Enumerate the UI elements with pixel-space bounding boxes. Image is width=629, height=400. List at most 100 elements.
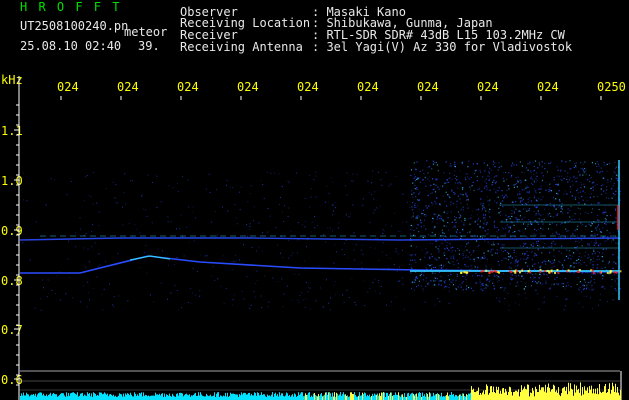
noise-speck (612, 254, 614, 256)
noise-speck (168, 185, 170, 187)
noise-speck (305, 282, 307, 283)
amplitude-bar (100, 392, 101, 400)
noise-speck (476, 180, 478, 182)
noise-speck (532, 162, 534, 164)
noise-speck (467, 173, 469, 175)
amplitude-bar (253, 395, 254, 400)
amplitude-bar (415, 394, 416, 400)
noise-speck (214, 210, 216, 212)
noise-speck (258, 246, 260, 248)
noise-speck (497, 196, 499, 198)
noise-speck (373, 198, 375, 200)
noise-speck (512, 231, 514, 233)
noise-speck (510, 262, 512, 264)
noise-speck (469, 223, 471, 225)
noise-speck (410, 266, 412, 268)
noise-speck (349, 213, 351, 215)
noise-speck (531, 245, 533, 247)
noise-speck (440, 219, 442, 221)
noise-speck (113, 296, 115, 298)
noise-speck (500, 214, 501, 216)
noise-speck (390, 183, 392, 185)
noise-speck (467, 176, 469, 178)
amplitude-bar (364, 392, 365, 400)
noise-speck (564, 288, 566, 290)
noise-speck (454, 170, 456, 172)
noise-speck (473, 172, 476, 175)
noise-speck (508, 266, 511, 268)
noise-speck (315, 300, 317, 302)
noise-speck (538, 281, 540, 283)
amplitude-bar (306, 395, 307, 400)
noise-speck (412, 259, 414, 261)
amplitude-bar (51, 395, 52, 400)
noise-speck (440, 185, 442, 187)
noise-speck (421, 272, 423, 274)
noise-speck (267, 306, 269, 308)
noise-speck (562, 268, 564, 270)
amplitude-bar (295, 394, 296, 400)
noise-speck (40, 298, 42, 300)
noise-speck (593, 244, 595, 246)
noise-speck (22, 242, 24, 244)
noise-speck (267, 208, 269, 209)
amplitude-bar (77, 392, 78, 400)
noise-speck (607, 263, 609, 265)
noise-speck (599, 243, 601, 245)
noise-speck (438, 249, 440, 251)
noise-speck (599, 293, 601, 295)
noise-speck (342, 294, 344, 296)
noise-speck (431, 221, 433, 223)
noise-speck (534, 228, 536, 230)
noise-speck (362, 204, 364, 206)
noise-speck (172, 187, 174, 189)
noise-speck (370, 194, 372, 196)
noise-speck (549, 287, 551, 289)
noise-speck (515, 177, 517, 179)
noise-speck (467, 232, 469, 234)
amplitude-bar (59, 395, 60, 400)
amplitude-bar (493, 386, 494, 400)
noise-speck (583, 186, 586, 188)
amplitude-bar (58, 396, 59, 400)
noise-speck (596, 214, 599, 217)
noise-speck (94, 242, 96, 244)
noise-speck (418, 231, 420, 233)
amplitude-bar (503, 388, 504, 400)
noise-speck (601, 170, 603, 173)
noise-speck (346, 214, 347, 216)
amplitude-bar (422, 392, 423, 400)
amplitude-bar (292, 394, 293, 400)
amplitude-bar (578, 388, 579, 400)
noise-speck (604, 209, 606, 211)
noise-speck (260, 295, 262, 297)
amplitude-bar (197, 395, 198, 400)
noise-speck (567, 282, 569, 284)
amplitude-bar (257, 392, 258, 400)
noise-speck (453, 254, 455, 256)
noise-speck (329, 309, 331, 311)
noise-speck (333, 210, 334, 212)
noise-speck (446, 179, 448, 181)
noise-speck (447, 217, 449, 219)
noise-speck (493, 285, 495, 287)
noise-speck (530, 182, 533, 184)
carrier-hotspot (464, 271, 467, 274)
noise-speck (300, 292, 302, 294)
amplitude-bar (88, 393, 89, 400)
noise-speck (599, 171, 601, 173)
noise-speck (326, 278, 327, 280)
noise-speck (574, 163, 576, 165)
noise-speck (472, 181, 474, 184)
noise-speck (449, 262, 451, 264)
amplitude-bar (537, 392, 538, 400)
amplitude-bar (375, 394, 376, 400)
amplitude-bar (179, 392, 180, 400)
noise-speck (539, 273, 541, 275)
noise-speck (330, 297, 331, 299)
noise-speck (517, 193, 519, 195)
noise-speck (412, 201, 414, 204)
amplitude-bar (409, 396, 410, 400)
noise-speck (523, 223, 525, 225)
noise-speck (534, 276, 536, 278)
